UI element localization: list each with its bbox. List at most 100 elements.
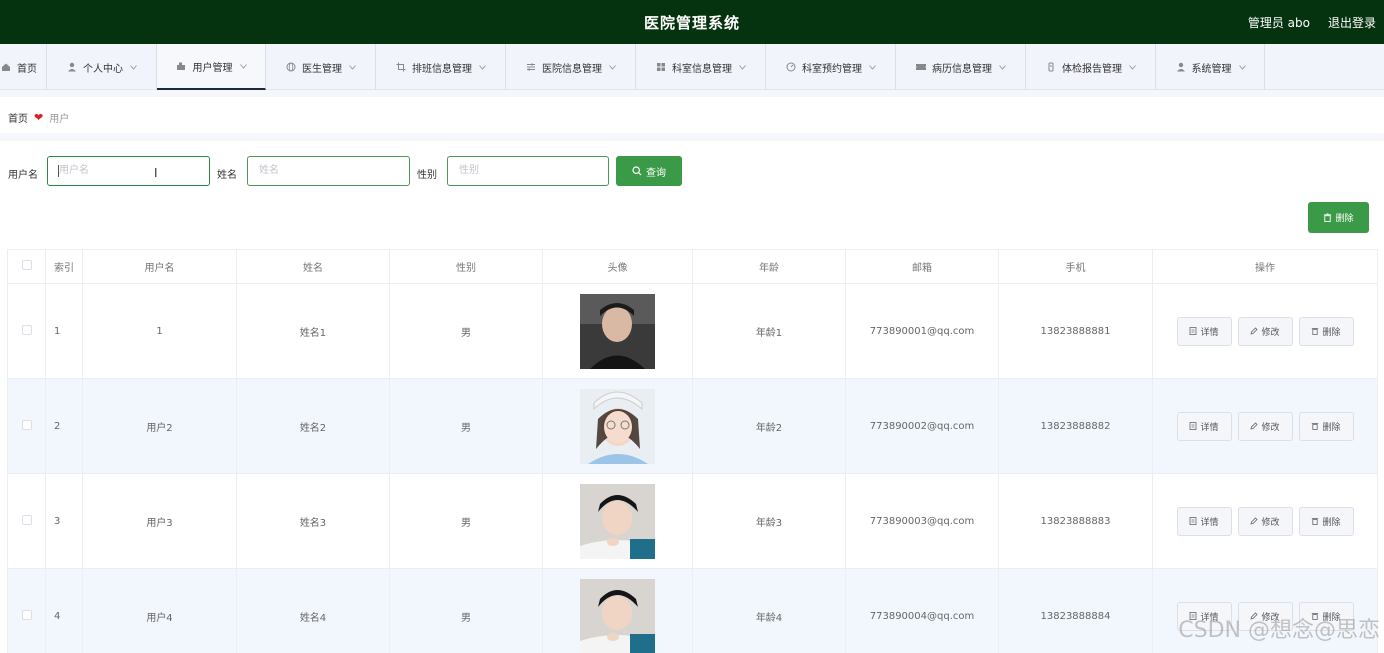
nav-item-label: 医院信息管理: [542, 63, 602, 75]
avatar: [580, 388, 655, 464]
pencil-icon: [1250, 422, 1259, 430]
search-icon: [632, 166, 642, 176]
document-icon: [1189, 422, 1197, 430]
cell-gender: 男: [389, 283, 543, 379]
nav-item-8[interactable]: 病历信息管理: [896, 44, 1026, 90]
chevron-down-icon: [1238, 63, 1246, 72]
detail-button[interactable]: 详情: [1176, 506, 1232, 536]
cell-username: 用户3: [82, 473, 237, 569]
file-icon: [1045, 61, 1057, 73]
ticket-icon: [915, 61, 927, 73]
nav-item-label: 体检报告管理: [1062, 63, 1122, 75]
detail-button[interactable]: 详情: [1176, 411, 1232, 441]
avatar: [580, 578, 655, 653]
nav-item-label: 用户管理: [192, 62, 233, 74]
nav-item-0[interactable]: 首页: [0, 44, 47, 90]
chevron-down-icon: [869, 63, 876, 72]
column-header: 邮箱: [845, 249, 999, 284]
nav-item-7[interactable]: 科室预约管理: [766, 44, 896, 90]
action-label: 修改: [1261, 327, 1280, 338]
row-actions: 详情 修改 删除: [1153, 506, 1377, 536]
delete-button[interactable]: 删除: [1298, 411, 1354, 441]
table-header-row: 索引 用户名 姓名 性别 头像 年龄 邮箱 手机 操作: [7, 249, 1378, 284]
nav-item-label: 系统管理: [1191, 63, 1232, 75]
logout-link[interactable]: 退出登录: [1328, 14, 1376, 31]
cell: [542, 378, 693, 474]
select-all-checkbox[interactable]: [21, 260, 32, 270]
delete-button[interactable]: 删除: [1298, 506, 1354, 536]
row-checkbox[interactable]: [21, 419, 32, 430]
document-icon: [1189, 517, 1197, 525]
edit-button[interactable]: 修改: [1237, 316, 1293, 346]
breadcrumb-home[interactable]: 首页: [8, 110, 28, 125]
row-checkbox[interactable]: [21, 514, 32, 525]
trash-icon: [1311, 327, 1319, 335]
row-checkbox[interactable]: [21, 609, 32, 620]
breadcrumb: 首页 ❤ 用户: [8, 110, 69, 125]
table-row: 1 1 姓名1 男年龄1 773890001@qq.com 13823888881 详情 修改…: [7, 283, 1378, 379]
sliders-icon: [525, 61, 537, 73]
delete-button[interactable]: 删除: [1298, 316, 1354, 346]
person-icon: [1175, 61, 1187, 73]
trash-icon: [1311, 517, 1319, 525]
gauge-icon: [785, 61, 797, 73]
nav-item-10[interactable]: 系统管理: [1156, 44, 1265, 90]
cell-index: 2: [45, 378, 83, 474]
nav-item-3[interactable]: 医生管理: [266, 44, 376, 90]
nav-item-6[interactable]: 科室信息管理: [636, 44, 766, 90]
detail-button[interactable]: 详情: [1176, 316, 1232, 346]
batch-delete-button[interactable]: 删除: [1308, 202, 1369, 233]
nav-item-2[interactable]: 用户管理: [157, 44, 266, 90]
nav-item-1[interactable]: 个人中心: [47, 44, 157, 90]
nav-item-9[interactable]: 体检报告管理: [1026, 44, 1156, 90]
cell-age: 年龄3: [692, 473, 846, 569]
search-button[interactable]: 查询: [616, 156, 682, 186]
avatar: [580, 293, 655, 369]
document-icon: [1189, 327, 1197, 335]
gender-label: 性别: [417, 170, 437, 181]
cell-phone: 13823888883: [998, 473, 1153, 569]
users-icon: [176, 60, 188, 72]
username-label: 用户名: [8, 170, 38, 181]
avatar: [580, 483, 655, 559]
cell-actions: 详情 修改 删除: [1152, 473, 1378, 569]
row-checkbox[interactable]: [21, 324, 32, 335]
cell-name: 姓名3: [236, 473, 390, 569]
cell-username: 1: [82, 283, 237, 379]
divider: [0, 90, 1384, 97]
edit-button[interactable]: 修改: [1237, 411, 1293, 441]
trash-icon: [1311, 422, 1319, 430]
cell-actions: 详情 修改 删除: [1152, 378, 1378, 474]
nav-item-label: 科室信息管理: [672, 63, 732, 75]
cell-email: 773890004@qq.com: [845, 568, 999, 653]
cell-age: 年龄1: [692, 283, 846, 379]
cell-actions: 详情 修改 删除: [1152, 283, 1378, 379]
name-label: 姓名: [217, 170, 237, 181]
action-label: 详情: [1200, 422, 1219, 433]
cell-index: 3: [45, 473, 83, 569]
cell-name: 姓名4: [236, 568, 390, 653]
pencil-icon: [1250, 517, 1259, 525]
nav-item-label: 科室预约管理: [802, 63, 862, 75]
table-row: 2 用户2 姓名2 男年龄2 773890002@qq.com 13823888882 详情…: [7, 378, 1378, 474]
cell-index: 4: [45, 568, 83, 653]
cell: [542, 283, 693, 379]
text-caret: [58, 165, 59, 177]
chevron-down-icon: [349, 63, 356, 72]
cell-index: 1: [45, 283, 83, 379]
column-header: 头像: [542, 249, 693, 284]
edit-button[interactable]: 修改: [1237, 506, 1293, 536]
username-input[interactable]: 用户名: [47, 156, 210, 186]
column-header: 操作: [1152, 249, 1378, 284]
gender-input[interactable]: 性别: [447, 156, 609, 186]
cell: [7, 473, 46, 569]
nav-item-label: 病历信息管理: [932, 63, 992, 75]
nav-item-5[interactable]: 医院信息管理: [506, 44, 636, 90]
nav-item-4[interactable]: 排班信息管理: [376, 44, 506, 90]
name-input[interactable]: 姓名: [247, 156, 410, 186]
select-all-cell: [7, 249, 46, 284]
cell-username: 用户2: [82, 378, 237, 474]
person-icon: [66, 61, 78, 73]
nav-item-label: 个人中心: [83, 63, 123, 75]
cell: [7, 378, 46, 474]
